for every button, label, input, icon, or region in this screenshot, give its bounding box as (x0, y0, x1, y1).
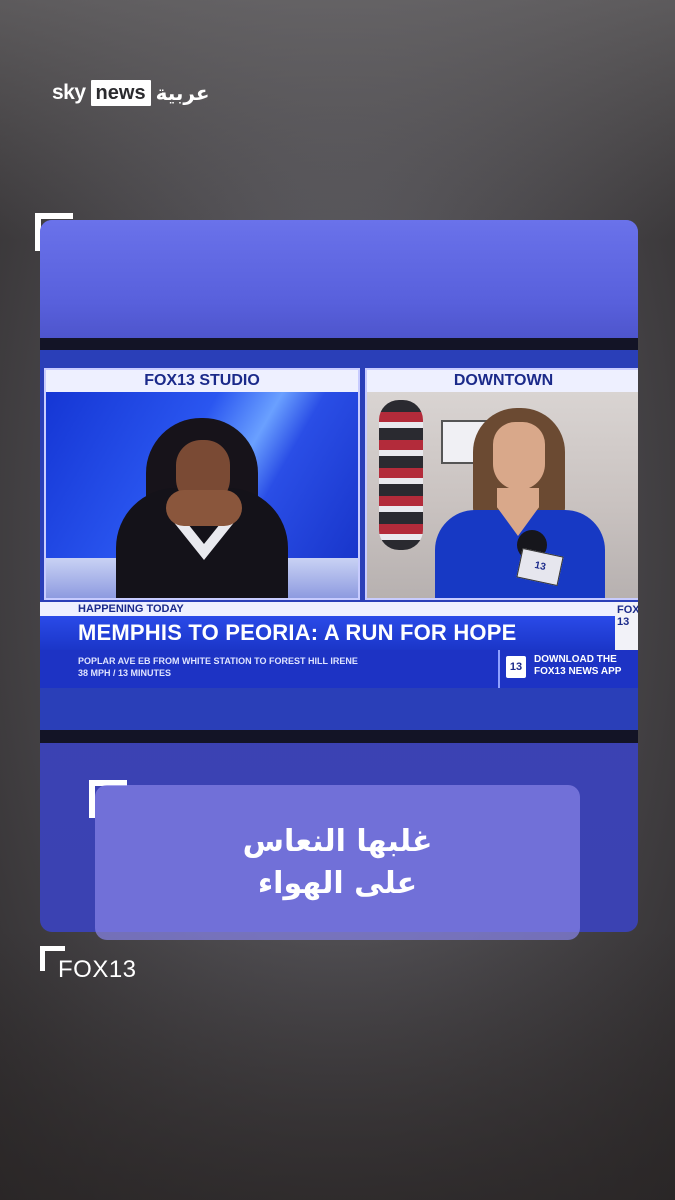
fox13-bug-label: FOX 13 (617, 604, 638, 628)
source-credit: FOX13 (58, 956, 137, 983)
logo-news-text: news (90, 80, 151, 106)
fox13-app-badge: 13 (506, 656, 526, 678)
kicker-text: HAPPENING TODAY (78, 603, 184, 615)
downtown-feed: DOWNTOWN 13 (365, 368, 638, 600)
background-top-blur (0, 0, 675, 240)
caption-line-1: غلبها النعاس (242, 823, 433, 859)
reporter-face (493, 422, 545, 490)
balloon-column (379, 400, 423, 550)
caption-line-2: على الهواء (257, 865, 418, 901)
video-top-glow (40, 220, 638, 338)
app-promo-line-1: DOWNLOAD THE (534, 654, 617, 665)
ticker-line-1: POPLAR AVE EB FROM WHITE STATION TO FORE… (78, 656, 358, 666)
tv-screen: FOX13 STUDIO DOWNTOWN 13 HAPPENING TODAY… (40, 350, 638, 730)
app-promo-text: DOWNLOAD THE FOX13 NEWS APP (534, 654, 621, 678)
caption-box: غلبها النعاس على الهواء (95, 785, 580, 940)
studio-feed: FOX13 STUDIO (44, 368, 360, 600)
headline-text: MEMPHIS TO PEORIA: A RUN FOR HOPE (78, 620, 517, 645)
ticker-line-2: 38 MPH / 13 MINUTES (78, 668, 172, 678)
tv-frame: FOX13 STUDIO DOWNTOWN 13 HAPPENING TODAY… (40, 338, 638, 743)
logo-arabic-text: عربية (155, 81, 210, 105)
downtown-feed-label: DOWNTOWN (367, 370, 638, 392)
studio-feed-label: FOX13 STUDIO (46, 370, 358, 392)
sky-news-arabia-logo: sky news عربية (52, 78, 209, 108)
lower-third: HAPPENING TODAY MEMPHIS TO PEORIA: A RUN… (40, 602, 638, 730)
logo-sky-text: sky (52, 81, 86, 104)
anchor-hands (166, 490, 242, 526)
app-promo-line-2: FOX13 NEWS APP (534, 666, 622, 677)
